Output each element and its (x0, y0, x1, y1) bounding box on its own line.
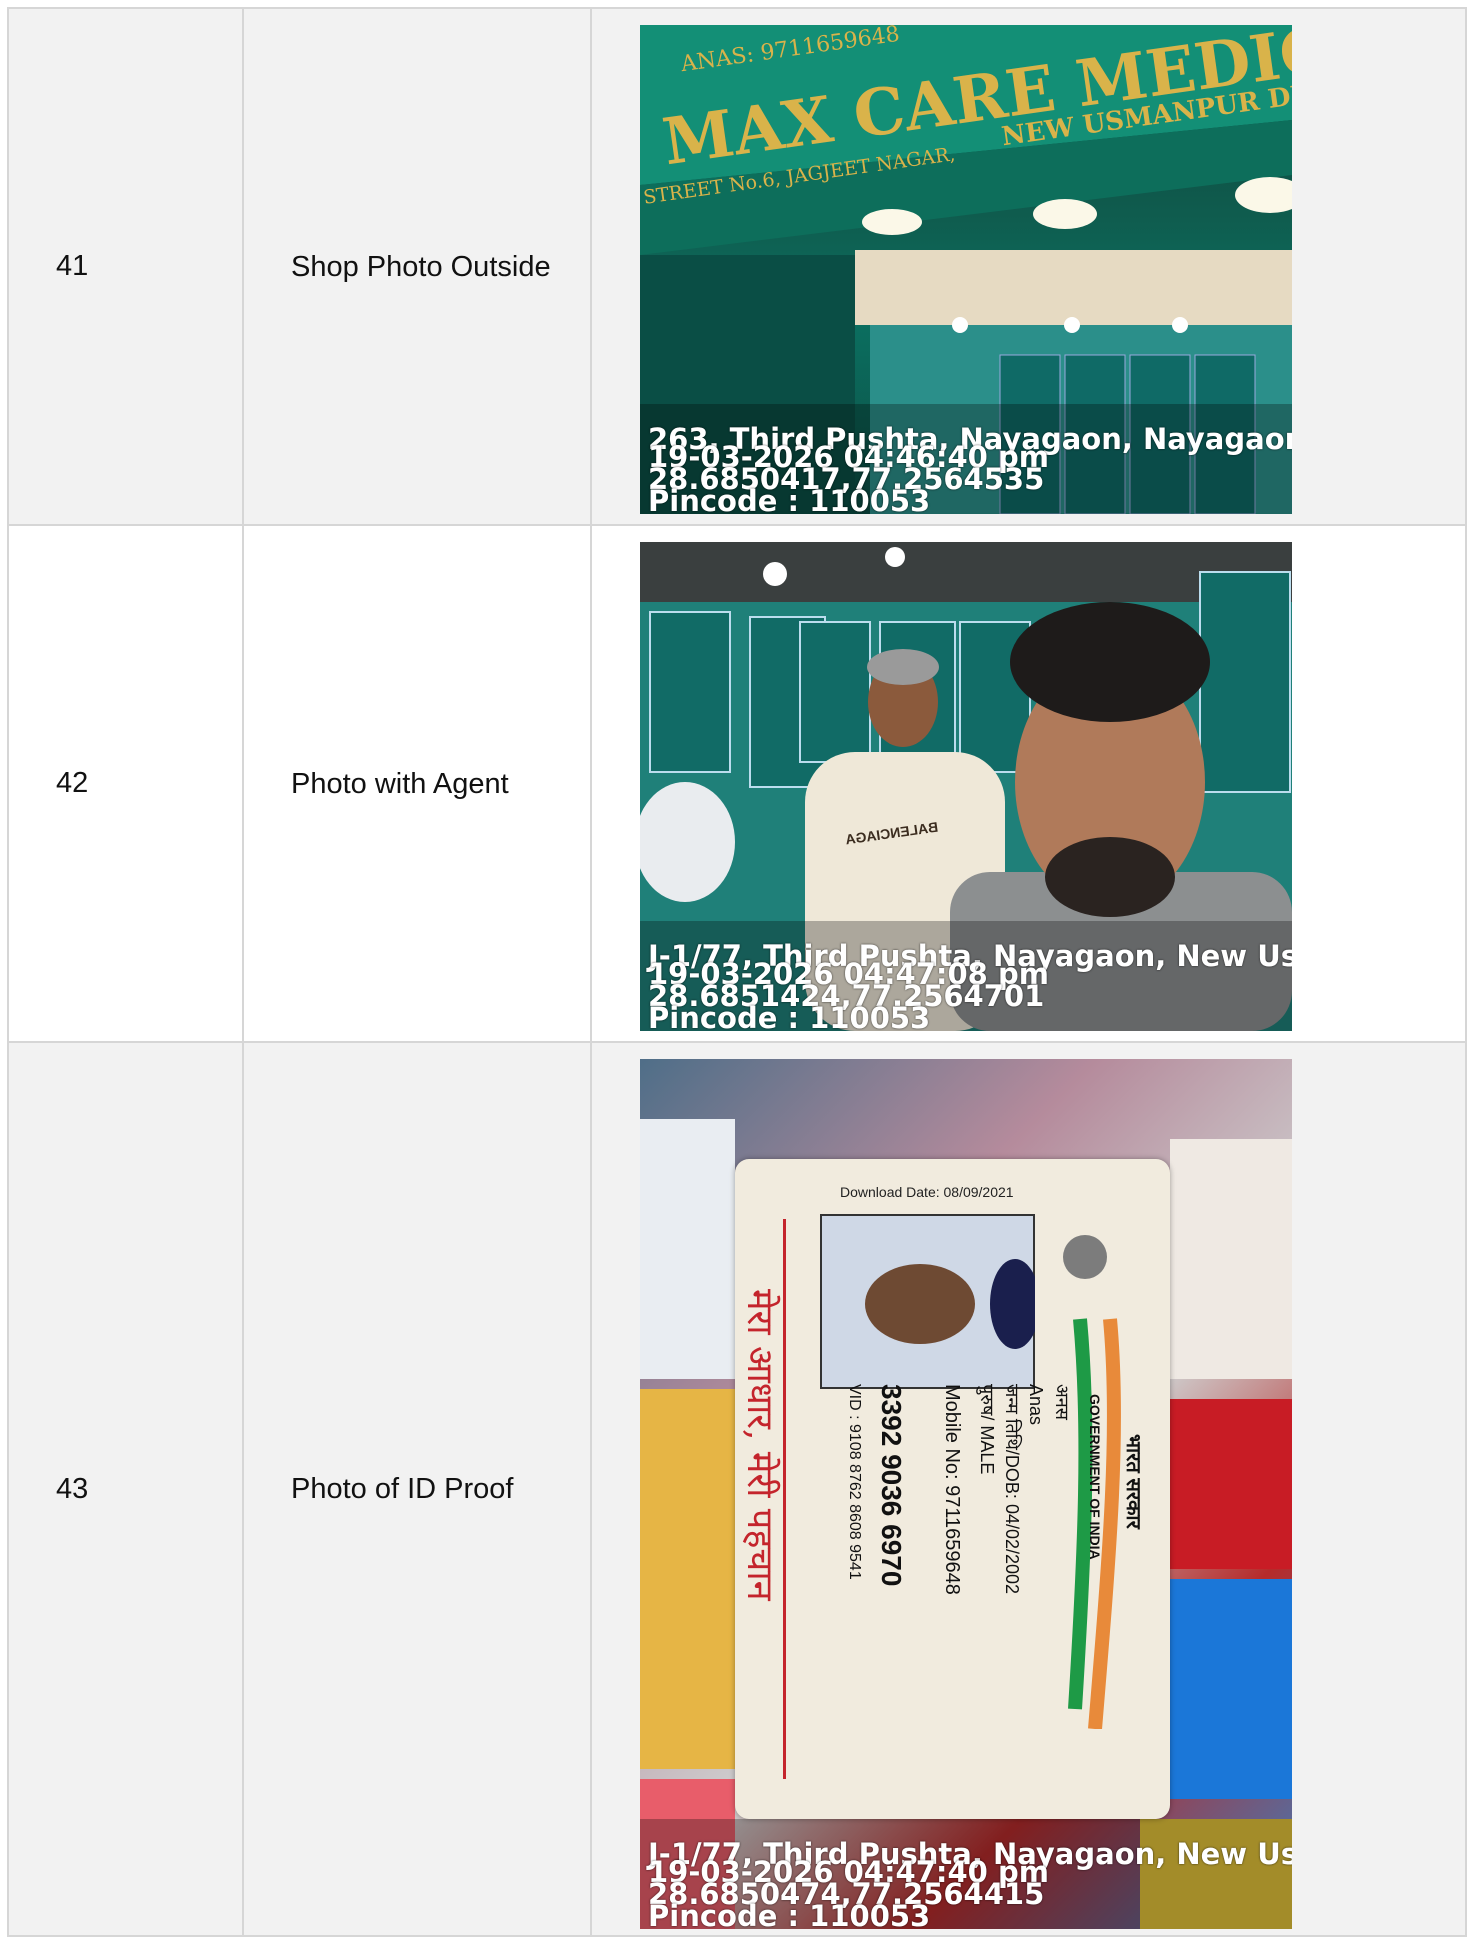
row-label: Photo of ID Proof (242, 1041, 592, 1937)
id-name-hindi: अनस (1052, 1384, 1072, 1420)
id-gender: पुरुष/ MALE (977, 1384, 997, 1475)
geo-stamp: 263, Third Pushta, Nayagaon, Nayagaon Vi… (648, 425, 1292, 515)
id-text-block: भारत सरकार GOVERNMENT OF INDIA अनस Anas … (795, 1384, 1144, 1814)
row-label: Shop Photo Outside (242, 7, 592, 526)
id-name: Anas (1026, 1384, 1046, 1426)
table-row: 41 Shop Photo Outside ANAS: 9711659648 M… (7, 7, 1467, 526)
id-dob: जन्म तिथि/DOB: 04/02/2002 (1002, 1384, 1022, 1595)
emblem-icon (1063, 1235, 1107, 1279)
row-number: 43 (7, 1041, 244, 1937)
row-label: Photo with Agent (242, 524, 592, 1043)
id-gov-english: GOVERNMENT OF INDIA (1087, 1394, 1103, 1560)
geo-stamp: J-1/77, Third Pushta, Nayagaon, New Usma… (648, 1840, 1292, 1930)
shop-photo[interactable]: ANAS: 9711659648 MAX CARE MEDICO STREET … (640, 25, 1292, 514)
photo-cell: Download Date: 08/09/2021 भारत सरकार GOV… (590, 1041, 1467, 1937)
id-photo-box (820, 1214, 1035, 1389)
id-card-download-date: Download Date: 08/09/2021 (840, 1184, 1014, 1200)
id-tagline: मेरा आधार, मेरी पहचान (739, 1289, 780, 1601)
id-vid: VID : 9108 8762 8608 9541 (846, 1384, 863, 1580)
id-number: 3392 9036 6970 (876, 1384, 907, 1587)
id-proof-photo[interactable]: Download Date: 08/09/2021 भारत सरकार GOV… (640, 1059, 1292, 1929)
geo-stamp: J-1/77, Third Pushta, Nayagaon, New Usma… (648, 942, 1292, 1032)
report-table: 41 Shop Photo Outside ANAS: 9711659648 M… (7, 7, 1467, 1937)
id-mobile: Mobile No: 9711659648 (941, 1384, 963, 1595)
id-gov-hindi: भारत सरकार (1122, 1434, 1144, 1529)
photo-cell: BALENCIAGA J-1/77, Third Pushta, Nayagao… (590, 524, 1467, 1043)
table-row: 43 Photo of ID Proof Download Date: 08/0… (7, 1041, 1467, 1937)
id-card: Download Date: 08/09/2021 भारत सरकार GOV… (735, 1159, 1170, 1819)
agent-selfie-photo[interactable]: BALENCIAGA J-1/77, Third Pushta, Nayagao… (640, 542, 1292, 1031)
photo-cell: ANAS: 9711659648 MAX CARE MEDICO STREET … (590, 7, 1467, 526)
row-number: 41 (7, 7, 244, 526)
table-row: 42 Photo with Agent BALENCIAGA J-1/77, T… (7, 524, 1467, 1043)
row-number: 42 (7, 524, 244, 1043)
